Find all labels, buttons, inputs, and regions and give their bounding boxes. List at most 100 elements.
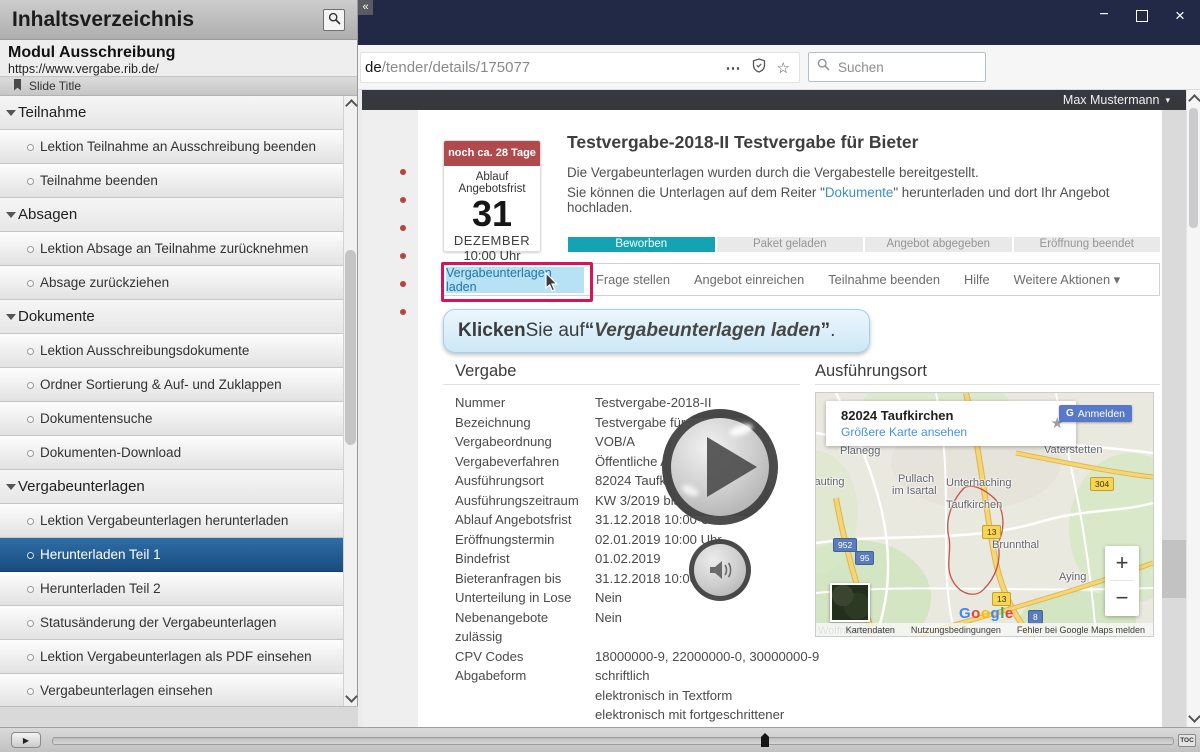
toc-section-teilnahme[interactable]: Teilnahme [0, 96, 344, 130]
larger-map-link[interactable]: Größere Karte ansehen [826, 423, 1076, 439]
toc-item[interactable]: Lektion Vergabeunterlagen herunterladen [0, 504, 344, 538]
map-attribution: Kartendaten Nutzungsbedingungen Fehler b… [816, 623, 1153, 636]
browser-scrollbar-thumb[interactable] [1189, 108, 1198, 228]
page-title: Testvergabe-2018-II Testvergabe für Biet… [567, 132, 918, 153]
toc-section-absagen[interactable]: Absagen [0, 198, 344, 232]
scroll-up-icon[interactable] [345, 99, 358, 112]
toc-item-label: Absage zurückziehen [40, 275, 169, 290]
player-seek-track[interactable] [52, 737, 1174, 745]
url-domain: de [361, 59, 382, 76]
step-eroeffnung-beendet: Eröffnung beendet [1014, 237, 1161, 252]
satellite-view-thumbnail[interactable] [830, 583, 870, 622]
video-play-overlay-button[interactable] [662, 409, 778, 525]
toc-search-button[interactable] [323, 9, 345, 31]
toc-item[interactable]: Dokumenten-Download [0, 436, 344, 470]
search-icon [817, 58, 830, 76]
toc-item[interactable]: Absage zurückziehen [0, 266, 344, 300]
toc-scrollbar[interactable] [343, 96, 357, 706]
scroll-down-icon[interactable] [345, 690, 358, 703]
map-widget[interactable]: 82024 Taufkirchen Größere Karte ansehen … [815, 392, 1154, 637]
weitere-aktionen-button[interactable]: Weitere Aktionen ▾ [1014, 272, 1121, 288]
row-value: VOB/A [595, 432, 635, 452]
maximize-button[interactable] [1128, 6, 1156, 27]
toc-item-selected[interactable]: Herunterladen Teil 1 [0, 538, 344, 572]
table-row: Ausführungsort82024 Taufkirchen [455, 471, 855, 491]
dokumente-link[interactable]: Dokumente [825, 185, 893, 200]
countdown-time: 10:00 Uhr [444, 248, 540, 264]
callout-mid: Sie auf [526, 320, 585, 342]
frage-stellen-button[interactable]: Frage stellen [596, 272, 670, 287]
teilnahme-beenden-button[interactable]: Teilnahme beenden [828, 272, 940, 287]
toc-item[interactable]: Lektion Absage an Teilnahme zurücknehmen [0, 232, 344, 266]
toc-item[interactable]: Vergabeunterlagen einsehen [0, 674, 344, 708]
inner-scrollbar-thumb[interactable] [1162, 540, 1186, 598]
toc-item[interactable]: Lektion Vergabeunterlagen als PDF einseh… [0, 640, 344, 674]
module-url: https://www.vergabe.rib.de/ [8, 62, 357, 76]
step-angebot-abgegeben: Angebot abgegeben [865, 237, 1012, 252]
toc-scrollbar-thumb[interactable] [345, 250, 356, 445]
toc-header: Inhaltsverzeichnis [0, 0, 357, 40]
zoom-in-button[interactable]: + [1105, 546, 1139, 580]
search-box[interactable] [808, 52, 986, 82]
google-letter: G [959, 605, 971, 622]
toc-section-label: Dokumente [18, 308, 95, 325]
toc-slide-title-row[interactable]: Slide Title [0, 77, 357, 96]
google-signin-button[interactable]: GAnmelden [1059, 405, 1132, 422]
nutzungsbedingungen-link[interactable]: Nutzungsbedingungen [911, 625, 1001, 635]
status-steps: Beworben Paket geladen Angebot abgegeben… [568, 237, 1160, 252]
vergabeunterlagen-laden-button[interactable]: Vergabeunterlagen laden [446, 267, 584, 293]
page-actions-icon[interactable]: ⋯ [726, 59, 741, 77]
row-value: Nein [595, 588, 622, 608]
weitere-aktionen-label: Weitere Aktionen [1014, 272, 1111, 287]
abgabeform-line: elektronisch in Textform [595, 686, 813, 706]
toc-item[interactable]: Lektion Ausschreibungsdokumente [0, 334, 344, 368]
timeline-dot [400, 281, 406, 287]
collapse-sidebar-button[interactable]: « [358, 0, 373, 15]
google-letter: o [971, 605, 981, 622]
gloss-highlight [680, 483, 700, 499]
bullet-icon [27, 280, 34, 287]
toc-item[interactable]: Herunterladen Teil 2 [0, 572, 344, 606]
url-bar[interactable]: de /tender/details/175077 ⋯ ☆ [360, 52, 800, 83]
toc-item[interactable]: Statusänderung der Vergabeunterlagen [0, 606, 344, 640]
callout-lead: Klicken [458, 320, 526, 342]
toc-panel: Inhaltsverzeichnis Modul Ausschreibung h… [0, 0, 358, 727]
table-row: Abgabeform schriftlich elektronisch in T… [455, 666, 855, 727]
search-input[interactable] [836, 59, 970, 76]
user-menu[interactable]: Max Mustermann ▾ [1063, 93, 1186, 107]
toc-section-vergabeunterlagen[interactable]: Vergabeunterlagen [0, 470, 344, 504]
road-badge-13: 13 [982, 525, 1001, 539]
minimize-button[interactable]: − [1090, 6, 1118, 24]
close-button[interactable]: × [1166, 6, 1194, 26]
timeline-dot [400, 225, 406, 231]
toc-section-dokumente[interactable]: Dokumente [0, 300, 344, 334]
play-icon [707, 437, 757, 497]
kartendaten-link[interactable]: Kartendaten [846, 625, 895, 635]
scroll-down-icon[interactable] [1188, 710, 1200, 723]
player-toc-button[interactable]: TOC [1178, 734, 1196, 747]
table-row: VergabeordnungVOB/A [455, 432, 855, 452]
scroll-up-icon[interactable] [1188, 94, 1200, 107]
fehler-melden-link[interactable]: Fehler bei Google Maps melden [1017, 625, 1145, 635]
toc-item[interactable]: Lektion Teilnahme an Ausschreibung beend… [0, 130, 344, 164]
toc-item-label: Herunterladen Teil 2 [40, 581, 161, 596]
browser-toolbar: de /tender/details/175077 ⋯ ☆ [358, 45, 1200, 90]
toc-item[interactable]: Dokumentensuche [0, 402, 344, 436]
bookmark-star-icon[interactable]: ☆ [777, 59, 790, 77]
zoom-out-button[interactable]: − [1105, 581, 1139, 614]
hilfe-button[interactable]: Hilfe [964, 272, 990, 287]
map-label-unterhaching: Unterhaching [946, 477, 1011, 489]
browser-scrollbar[interactable] [1186, 90, 1200, 727]
timeline-dot [400, 309, 406, 315]
toc-item[interactable]: Teilnahme beenden [0, 164, 344, 198]
google-letter: e [1005, 605, 1014, 622]
bullet-icon [27, 586, 34, 593]
toc-item-label: Lektion Teilnahme an Ausschreibung beend… [40, 139, 316, 154]
angebot-einreichen-button[interactable]: Angebot einreichen [694, 272, 804, 287]
toc-item[interactable]: Ordner Sortierung & Auf- und Zuklappen [0, 368, 344, 402]
player-seek-handle[interactable] [761, 733, 769, 747]
table-row: Bieteranfragen bis31.12.2018 10:00 Uhr [455, 569, 855, 589]
player-play-button[interactable]: ▶ [11, 732, 41, 748]
shield-icon[interactable] [752, 58, 766, 78]
audio-mute-overlay-button[interactable] [689, 539, 751, 601]
